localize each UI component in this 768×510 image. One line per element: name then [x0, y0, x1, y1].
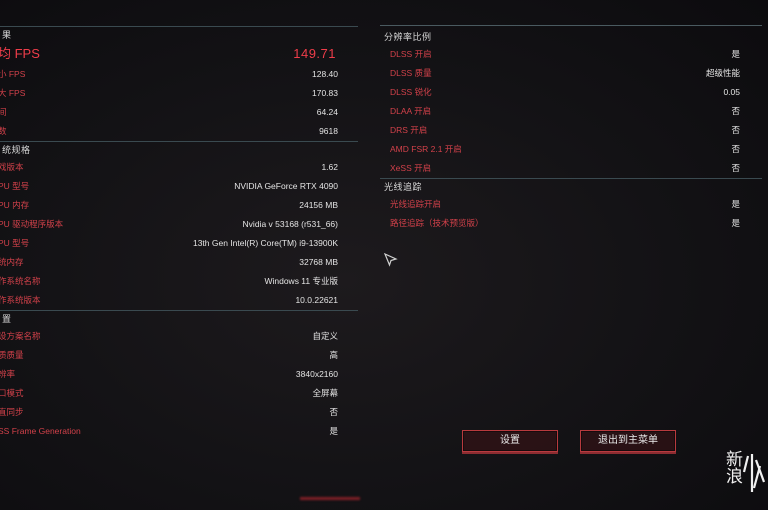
stat-value: 149.71: [293, 46, 336, 61]
watermark-text: 新浪: [722, 450, 742, 484]
stat-row-avg-fps: 均 FPS 149.71: [0, 43, 358, 65]
mouse-cursor-icon: [383, 252, 398, 272]
bottom-accent-glow: [300, 497, 360, 500]
spec-row-gpu-memory: PU 内存 24156 MB: [0, 196, 358, 215]
stat-label: 均 FPS: [0, 46, 40, 61]
stat-label: 间: [0, 107, 7, 117]
spec-row-os-version: 作系统版本 10.0.22621: [0, 291, 358, 310]
section-title-resolution-scaling: 分辨率比例: [384, 32, 432, 42]
setting-value: 是: [731, 218, 740, 228]
setting-value: 超级性能: [705, 68, 740, 78]
setting-label: DLSS 质量: [390, 68, 432, 78]
setting-value: 是: [329, 426, 338, 436]
setting-row-xess-enabled: XeSS 开启 否: [380, 159, 762, 178]
setting-label: XeSS 开启: [390, 163, 432, 173]
spec-label: PU 型号: [0, 181, 30, 191]
setting-value: 否: [731, 144, 740, 154]
setting-value: 0.05: [723, 87, 740, 97]
stat-row-max-fps: 大 FPS 170.83: [0, 84, 358, 103]
stat-row-time: 间 64.24: [0, 103, 358, 122]
spec-value: 13th Gen Intel(R) Core(TM) i9-13900K: [192, 238, 338, 248]
spec-value: 32768 MB: [299, 257, 338, 267]
spec-label: PU 内存: [0, 200, 30, 210]
section-title-system-specs: 统规格: [2, 145, 31, 155]
setting-label: 直同步: [0, 407, 24, 417]
stat-value: 9618: [319, 126, 338, 136]
spec-value: 24156 MB: [299, 200, 338, 210]
setting-row-texture-quality: 质质量 高: [0, 346, 358, 365]
setting-row-ray-tracing: 光线追踪开启 是: [380, 195, 762, 214]
setting-row-dlss-sharpness: DLSS 锐化 0.05: [380, 83, 762, 102]
spec-row-cpu-model: PU 型号 13th Gen Intel(R) Core(TM) i9-1390…: [0, 234, 358, 253]
setting-value: 自定义: [312, 331, 338, 341]
spec-row-gpu-model: PU 型号 NVIDIA GeForce RTX 4090: [0, 177, 358, 196]
spec-row-system-memory: 统内存 32768 MB: [0, 253, 358, 272]
section-title-results: 果: [2, 30, 12, 40]
setting-row-preset: 设方案名称 自定义: [0, 327, 358, 346]
setting-row-dlaa-enabled: DLAA 开启 否: [380, 102, 762, 121]
setting-row-dlss-enabled: DLSS 开启 是: [380, 45, 762, 64]
stat-row-frames: 数 9618: [0, 122, 358, 141]
stat-label: 小 FPS: [0, 69, 26, 79]
stat-value: 64.24: [316, 107, 338, 117]
setting-label: 光线追踪开启: [390, 199, 442, 209]
setting-label: SS Frame Generation: [0, 426, 81, 436]
setting-row-path-tracing: 路径追踪（技术预览版） 是: [380, 214, 762, 233]
stat-value: 128.40: [312, 69, 338, 79]
benchmark-results-panel: 果 均 FPS 149.71 小 FPS 128.40 大 FPS 170.83…: [0, 26, 358, 441]
setting-row-dlss-quality: DLSS 质量 超级性能: [380, 64, 762, 83]
setting-label: 路径追踪（技术预览版）: [390, 218, 484, 228]
setting-value: 是: [731, 49, 740, 59]
setting-label: DRS 开启: [390, 125, 428, 135]
spec-label: 作系统版本: [0, 295, 41, 305]
setting-label: 设方案名称: [0, 331, 41, 341]
setting-row-drs-enabled: DRS 开启 否: [380, 121, 762, 140]
stat-label: 数: [0, 126, 7, 136]
setting-value: 否: [731, 106, 740, 116]
spec-label: 作系统名称: [0, 276, 41, 286]
sina-logo-icon: [742, 452, 766, 499]
spec-value: 1.62: [321, 162, 338, 172]
setting-value: 是: [731, 199, 740, 209]
section-title-ray-tracing: 光线追踪: [384, 182, 423, 192]
spec-label: PU 型号: [0, 238, 30, 248]
setting-label: AMD FSR 2.1 开启: [390, 144, 462, 154]
setting-row-vsync: 直同步 否: [0, 403, 358, 422]
setting-value: 高: [329, 350, 338, 360]
setting-value: 否: [329, 407, 338, 417]
spec-value: 10.0.22621: [295, 295, 338, 305]
upscaling-settings-panel: 分辨率比例 DLSS 开启 是 DLSS 质量 超级性能 DLSS 锐化 0.0…: [380, 26, 762, 233]
setting-label: 质质量: [0, 350, 24, 360]
setting-value: 否: [731, 125, 740, 135]
section-title-settings: 置: [2, 314, 12, 324]
setting-label: DLSS 锐化: [390, 87, 432, 97]
setting-row-frame-generation: SS Frame Generation 是: [0, 422, 358, 441]
spec-label: 戏版本: [0, 162, 24, 172]
spec-row-os-name: 作系统名称 Windows 11 专业版: [0, 272, 358, 291]
stat-value: 170.83: [312, 88, 338, 98]
setting-row-resolution: 辨率 3840x2160: [0, 365, 358, 384]
spec-value: Windows 11 专业版: [264, 276, 338, 286]
setting-value: 全屏幕: [312, 388, 338, 398]
spec-value: Nvidia v 53168 (r531_66): [242, 219, 338, 229]
setting-label: DLAA 开启: [390, 106, 432, 116]
spec-row-game-version: 戏版本 1.62: [0, 158, 358, 177]
stat-row-min-fps: 小 FPS 128.40: [0, 65, 358, 84]
sina-watermark: 新浪: [720, 450, 768, 510]
spec-label: PU 驱动程序版本: [0, 219, 64, 229]
spec-label: 统内存: [0, 257, 24, 267]
exit-to-main-menu-button[interactable]: 退出到主菜单: [580, 430, 676, 454]
setting-label: 口模式: [0, 388, 24, 398]
setting-label: DLSS 开启: [390, 49, 432, 59]
spec-row-gpu-driver: PU 驱动程序版本 Nvidia v 53168 (r531_66): [0, 215, 358, 234]
setting-row-fsr-enabled: AMD FSR 2.1 开启 否: [380, 140, 762, 159]
setting-row-window-mode: 口模式 全屏幕: [0, 384, 358, 403]
stat-label: 大 FPS: [0, 88, 26, 98]
setting-value: 3840x2160: [295, 369, 338, 379]
setting-value: 否: [731, 163, 740, 173]
spec-value: NVIDIA GeForce RTX 4090: [234, 181, 338, 191]
setting-label: 辨率: [0, 369, 16, 379]
settings-button[interactable]: 设置: [462, 430, 558, 454]
